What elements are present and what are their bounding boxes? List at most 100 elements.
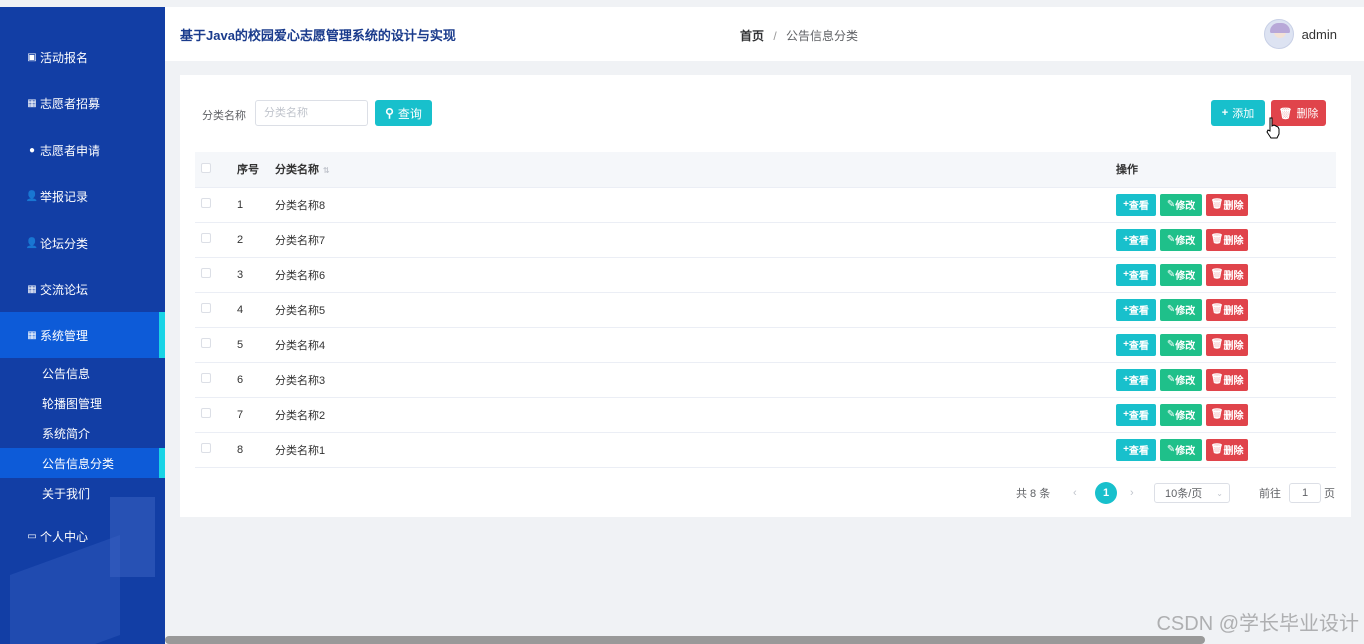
trash-icon: 🗑	[1210, 339, 1224, 350]
row-select-cell[interactable]	[195, 292, 225, 328]
grid-icon: ▦	[27, 97, 37, 109]
edit-button-label: 修改	[1175, 306, 1196, 317]
sidebar-item-forum[interactable]: ▦ 交流论坛	[0, 266, 165, 312]
edit-button[interactable]: ✎ 修改	[1160, 368, 1203, 391]
sidebar-subitem-label: 公告信息	[42, 366, 91, 381]
checkbox[interactable]	[201, 303, 211, 313]
row-name: 分类名称3	[268, 362, 1116, 398]
avatar[interactable]	[1263, 19, 1294, 49]
table-row: 4 分类名称5 + 查看 ✎ 修改 🗑 删除	[195, 292, 1336, 328]
view-button[interactable]: + 查看	[1116, 263, 1156, 286]
sidebar-item-volunteer-recruit[interactable]: ▦ 志愿者招募	[0, 80, 165, 126]
view-button[interactable]: + 查看	[1116, 438, 1156, 461]
page-number-current[interactable]: 1	[1095, 482, 1117, 504]
sidebar-subitem-notice[interactable]: 公告信息	[0, 358, 165, 388]
query-button[interactable]: ⚲ 查询	[375, 100, 432, 126]
table-header-row: 序号 分类名称 ⇅ 操作	[195, 152, 1336, 188]
row-select-cell[interactable]	[195, 187, 225, 223]
delete-button[interactable]: 🗑 删除	[1206, 333, 1249, 356]
sidebar-item-system-management[interactable]: ▦ 系统管理	[0, 312, 165, 358]
row-select-cell[interactable]	[195, 432, 225, 468]
delete-button[interactable]: 🗑 删除	[1206, 403, 1249, 426]
edit-button[interactable]: ✎ 修改	[1160, 298, 1203, 321]
add-button[interactable]: + 添加	[1211, 100, 1265, 126]
delete-button[interactable]: 🗑 删除	[1206, 368, 1249, 391]
row-select-cell[interactable]	[195, 327, 225, 363]
sort-icon[interactable]: ⇅	[323, 166, 330, 175]
search-input[interactable]	[255, 100, 368, 126]
trash-icon: 🗑	[1210, 374, 1224, 385]
grid-icon: ▦	[27, 283, 37, 295]
row-select-cell[interactable]	[195, 362, 225, 398]
row-name: 分类名称4	[268, 327, 1116, 363]
checkbox[interactable]	[201, 338, 211, 348]
sidebar-subitem-carousel[interactable]: 轮播图管理	[0, 388, 165, 418]
edit-button[interactable]: ✎ 修改	[1160, 403, 1203, 426]
sidebar-item-volunteer-apply[interactable]: ● 志愿者申请	[0, 127, 165, 173]
sidebar-item-report-records[interactable]: 👤 举报记录	[0, 173, 165, 219]
delete-button-label: 删除	[1223, 411, 1244, 422]
row-no: 5	[225, 327, 268, 363]
sidebar-item-label: 活动报名	[40, 50, 89, 65]
checkbox[interactable]	[201, 198, 211, 208]
delete-button-label: 删除	[1223, 341, 1244, 352]
view-button[interactable]: + 查看	[1116, 403, 1156, 426]
row-actions: + 查看 ✎ 修改 🗑 删除	[1116, 257, 1336, 293]
delete-button[interactable]: 🗑 删除	[1206, 298, 1249, 321]
edit-button[interactable]: ✎ 修改	[1160, 263, 1203, 286]
sidebar-item-forum-category[interactable]: 👤 论坛分类	[0, 220, 165, 266]
checkbox[interactable]	[201, 373, 211, 383]
delete-button-label: 删除	[1223, 236, 1244, 247]
horizontal-scrollbar[interactable]	[165, 636, 1205, 644]
sidebar-item-activity-signup[interactable]: ▣ 活动报名	[0, 34, 165, 80]
edit-button-label: 修改	[1175, 236, 1196, 247]
sidebar-item-personal-center[interactable]: ▭ 个人中心	[0, 513, 165, 559]
sidebar-subitem-system-intro[interactable]: 系统简介	[0, 418, 165, 448]
goto-page-input[interactable]	[1289, 483, 1321, 503]
view-button[interactable]: + 查看	[1116, 333, 1156, 356]
header-name[interactable]: 分类名称 ⇅	[268, 152, 1116, 188]
checkbox[interactable]	[201, 443, 211, 453]
row-select-cell[interactable]	[195, 397, 225, 433]
delete-button[interactable]: 🗑 删除	[1206, 438, 1249, 461]
search-icon: ⚲	[385, 106, 394, 120]
edit-button[interactable]: ✎ 修改	[1160, 333, 1203, 356]
view-button-label: 查看	[1128, 341, 1149, 352]
row-select-cell[interactable]	[195, 222, 225, 258]
checkbox[interactable]	[201, 408, 211, 418]
view-button[interactable]: + 查看	[1116, 193, 1156, 216]
user-icon: 👤	[25, 237, 39, 249]
edit-button-label: 修改	[1175, 341, 1196, 352]
view-button[interactable]: + 查看	[1116, 228, 1156, 251]
edit-button[interactable]: ✎ 修改	[1160, 193, 1203, 216]
delete-button[interactable]: 🗑 删除	[1206, 193, 1249, 216]
delete-button[interactable]: 🗑 删除	[1206, 263, 1249, 286]
header-select-all[interactable]	[195, 152, 225, 188]
checkbox[interactable]	[201, 162, 211, 173]
table-row: 6 分类名称3 + 查看 ✎ 修改 🗑 删除	[195, 362, 1336, 398]
username[interactable]: admin	[1302, 27, 1337, 42]
breadcrumb-home[interactable]: 首页	[740, 29, 764, 43]
page-size-select[interactable]: 10条/页 ⌄	[1154, 483, 1230, 503]
prev-page-icon[interactable]: ‹	[1073, 483, 1077, 503]
header-op: 操作	[1116, 152, 1336, 188]
sidebar-subitem-label: 系统简介	[42, 426, 91, 441]
row-actions: + 查看 ✎ 修改 🗑 删除	[1116, 292, 1336, 328]
bulb-icon: ●	[28, 144, 36, 156]
next-page-icon[interactable]: ›	[1130, 483, 1134, 503]
view-button[interactable]: + 查看	[1116, 298, 1156, 321]
edit-icon: ✎	[1166, 269, 1176, 280]
row-select-cell[interactable]	[195, 257, 225, 293]
checkbox[interactable]	[201, 268, 211, 278]
pagination-total: 共 8 条	[1016, 488, 1051, 500]
checkbox[interactable]	[201, 233, 211, 243]
row-actions: + 查看 ✎ 修改 🗑 删除	[1116, 327, 1336, 363]
view-button[interactable]: + 查看	[1116, 368, 1156, 391]
sidebar-subitem-notice-category[interactable]: 公告信息分类	[0, 448, 165, 478]
edit-button[interactable]: ✎ 修改	[1160, 228, 1203, 251]
sidebar-subitem-about-us[interactable]: 关于我们	[0, 478, 165, 508]
delete-button[interactable]: 🗑 删除	[1206, 228, 1249, 251]
edit-button[interactable]: ✎ 修改	[1160, 438, 1203, 461]
user-menu[interactable]: admin	[1263, 19, 1337, 49]
delete-button-label: 删除	[1223, 446, 1244, 457]
